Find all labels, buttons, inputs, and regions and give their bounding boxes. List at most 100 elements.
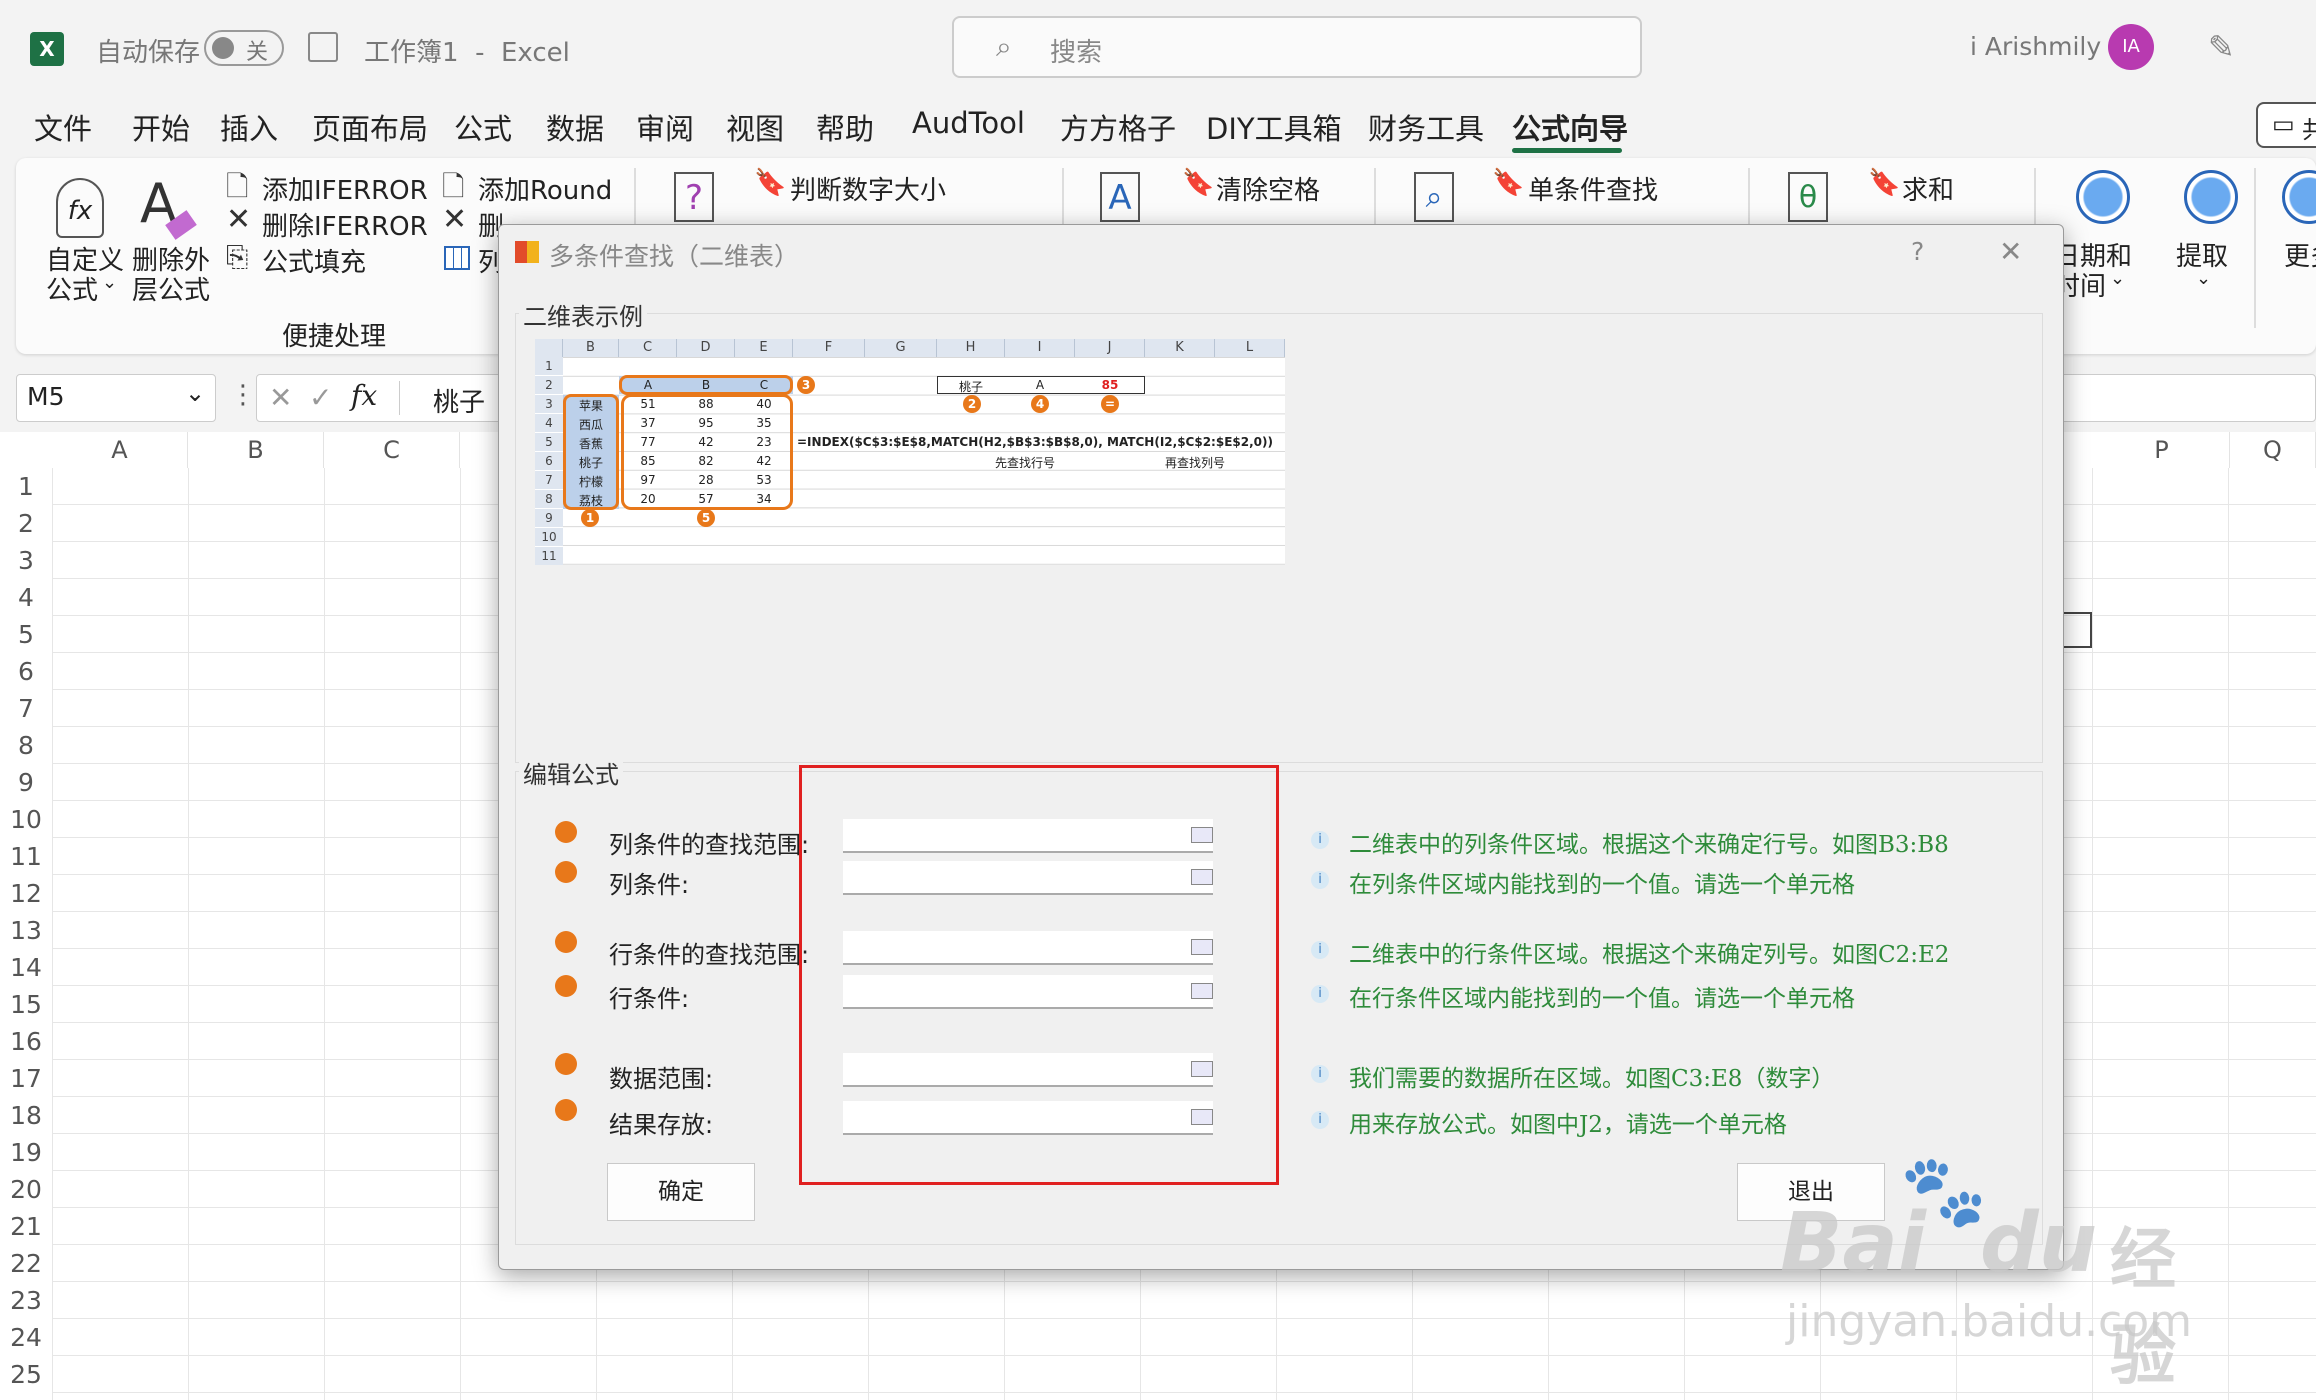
custom-formula-label-2[interactable]: 公式 — [46, 270, 98, 307]
sample-marker-3: 3 — [797, 376, 815, 394]
row-header-14[interactable]: 14 — [0, 949, 52, 986]
chevron-down-icon-4: ⌄ — [185, 379, 206, 407]
row-header-20[interactable]: 20 — [0, 1171, 52, 1208]
tab-help[interactable]: 帮助 — [816, 106, 874, 148]
row-header-12[interactable]: 12 — [0, 875, 52, 912]
ribbon-separator-6 — [2254, 168, 2256, 328]
fx-icon[interactable]: fx — [351, 379, 377, 412]
tab-ffcell[interactable]: 方方格子 — [1060, 106, 1176, 148]
tab-data[interactable]: 数据 — [546, 106, 604, 148]
add-iferror-button[interactable]: 添加IFERROR — [262, 170, 428, 207]
column-condition-hint: 在列条件区域内能找到的一个值。请选一个单元格 — [1349, 872, 1855, 898]
sample-note-col: 再查找列号 — [1165, 456, 1226, 470]
sum-button[interactable]: 求和 — [1902, 170, 1954, 207]
close-button[interactable]: ✕ — [1999, 235, 2022, 268]
sample-row-11: 11 — [535, 547, 563, 565]
row-header-3[interactable]: 3 — [0, 542, 52, 579]
more-options-icon[interactable]: ⋮ — [230, 380, 256, 410]
row-header-21[interactable]: 21 — [0, 1208, 52, 1245]
row-header-13[interactable]: 13 — [0, 912, 52, 949]
tab-page-layout[interactable]: 页面布局 — [312, 106, 428, 148]
cancel-icon[interactable]: ✕ — [269, 381, 292, 414]
share-button[interactable]: ▭ 共 — [2256, 102, 2316, 148]
add-round-button[interactable]: 添加Round — [478, 170, 612, 207]
sample-marker-4: 4 — [1031, 395, 1049, 413]
name-box[interactable]: M5 ⌄ — [16, 374, 216, 422]
row-condition-label: 行条件: — [609, 985, 690, 1013]
row-header-9[interactable]: 9 — [0, 764, 52, 801]
row-header-17[interactable]: 17 — [0, 1060, 52, 1097]
text-a-icon: A — [1100, 172, 1140, 222]
sample-row-7: 7 — [535, 471, 563, 489]
tab-home[interactable]: 开始 — [132, 106, 190, 148]
tab-formulas[interactable]: 公式 — [454, 106, 512, 148]
comment-icon: ▭ — [2272, 110, 2295, 138]
tab-formula-wizard[interactable]: 公式向导 — [1512, 106, 1628, 148]
row-header-4[interactable]: 4 — [0, 579, 52, 616]
chevron-down-icon-3: ⌄ — [2196, 268, 2212, 289]
row-header-19[interactable]: 19 — [0, 1134, 52, 1171]
sample-row-5: 5 — [535, 433, 563, 451]
column-header-a[interactable]: A — [52, 432, 188, 468]
example-group-title: 二维表示例 — [519, 297, 647, 332]
autosave-toggle[interactable]: 关 — [204, 30, 284, 66]
pen-icon[interactable]: ✎ — [2208, 28, 2235, 66]
search-box[interactable]: ⌕ 搜索 — [952, 16, 1642, 78]
row-header-5[interactable]: 5 — [0, 616, 52, 653]
single-lookup-button[interactable]: 单条件查找 — [1528, 170, 1658, 207]
result-cell-hint: 用来存放公式。如图中J2，请选一个单元格 — [1349, 1112, 1787, 1138]
check-icon[interactable]: ✓ — [309, 381, 332, 414]
sample-col-e: E — [735, 339, 793, 357]
tab-file[interactable]: 文件 — [34, 106, 92, 148]
more-label[interactable]: 更多 — [2284, 236, 2316, 273]
user-name: i Arishmily — [1970, 32, 2102, 61]
ok-button[interactable]: 确定 — [607, 1163, 755, 1221]
theta-icon: θ — [1788, 172, 1828, 222]
sample-fruit-outline — [563, 394, 619, 510]
formula-content: 桃子 — [433, 388, 486, 418]
row-header-23[interactable]: 23 — [0, 1282, 52, 1319]
formula-fill-button[interactable]: 公式填充 — [262, 242, 366, 279]
avatar[interactable]: IA — [2108, 24, 2154, 70]
row-header-22[interactable]: 22 — [0, 1245, 52, 1282]
orange-bullet-icon — [555, 931, 577, 953]
column-header-q[interactable]: Q — [2230, 432, 2316, 468]
sample-row-9: 9 — [535, 509, 563, 527]
tab-diy-toolbox[interactable]: DIY工具箱 — [1206, 106, 1342, 148]
sample-marker-5: 5 — [697, 509, 715, 527]
sample-col-k: K — [1145, 339, 1215, 357]
tab-finance-tools[interactable]: 财务工具 — [1368, 106, 1484, 148]
save-icon[interactable] — [308, 32, 338, 62]
remove-outer-label-2[interactable]: 层公式 — [132, 270, 210, 307]
row-header-7[interactable]: 7 — [0, 690, 52, 727]
sample-row-3: 3 — [535, 395, 563, 413]
row-header-11[interactable]: 11 — [0, 838, 52, 875]
remove-iferror-button[interactable]: 删除IFERROR — [262, 206, 428, 243]
custom-formula-icon: fx — [56, 178, 104, 238]
sample-formula: =INDEX($C$3:$E$8,MATCH(H2,$B$3:$B$8,0), … — [797, 435, 1273, 449]
clear-space-button[interactable]: 清除空格 — [1216, 170, 1320, 207]
tab-review[interactable]: 审阅 — [636, 106, 694, 148]
row-header-16[interactable]: 16 — [0, 1023, 52, 1060]
help-button[interactable]: ? — [1911, 237, 1924, 266]
column-header-b[interactable]: B — [188, 432, 324, 468]
row-header-6[interactable]: 6 — [0, 653, 52, 690]
judge-number-button[interactable]: 判断数字大小 — [790, 170, 946, 207]
sample-col-j: J — [1075, 339, 1145, 357]
tab-insert[interactable]: 插入 — [220, 106, 278, 148]
row-header-10[interactable]: 10 — [0, 801, 52, 838]
row-header-24[interactable]: 24 — [0, 1319, 52, 1356]
row-header-8[interactable]: 8 — [0, 727, 52, 764]
orange-bullet-icon — [555, 821, 577, 843]
tab-audtool[interactable]: AudTool — [912, 106, 1025, 140]
row-header-1[interactable]: 1 — [0, 468, 52, 505]
search-placeholder: 搜索 — [1050, 38, 1103, 68]
column-header-c[interactable]: C — [324, 432, 460, 468]
sample-col-b: B — [563, 339, 619, 357]
tab-view[interactable]: 视图 — [726, 106, 784, 148]
row-header-15[interactable]: 15 — [0, 986, 52, 1023]
row-header-2[interactable]: 2 — [0, 505, 52, 542]
column-header-p[interactable]: P — [2094, 432, 2230, 468]
row-header-18[interactable]: 18 — [0, 1097, 52, 1134]
row-header-25[interactable]: 25 — [0, 1356, 52, 1393]
